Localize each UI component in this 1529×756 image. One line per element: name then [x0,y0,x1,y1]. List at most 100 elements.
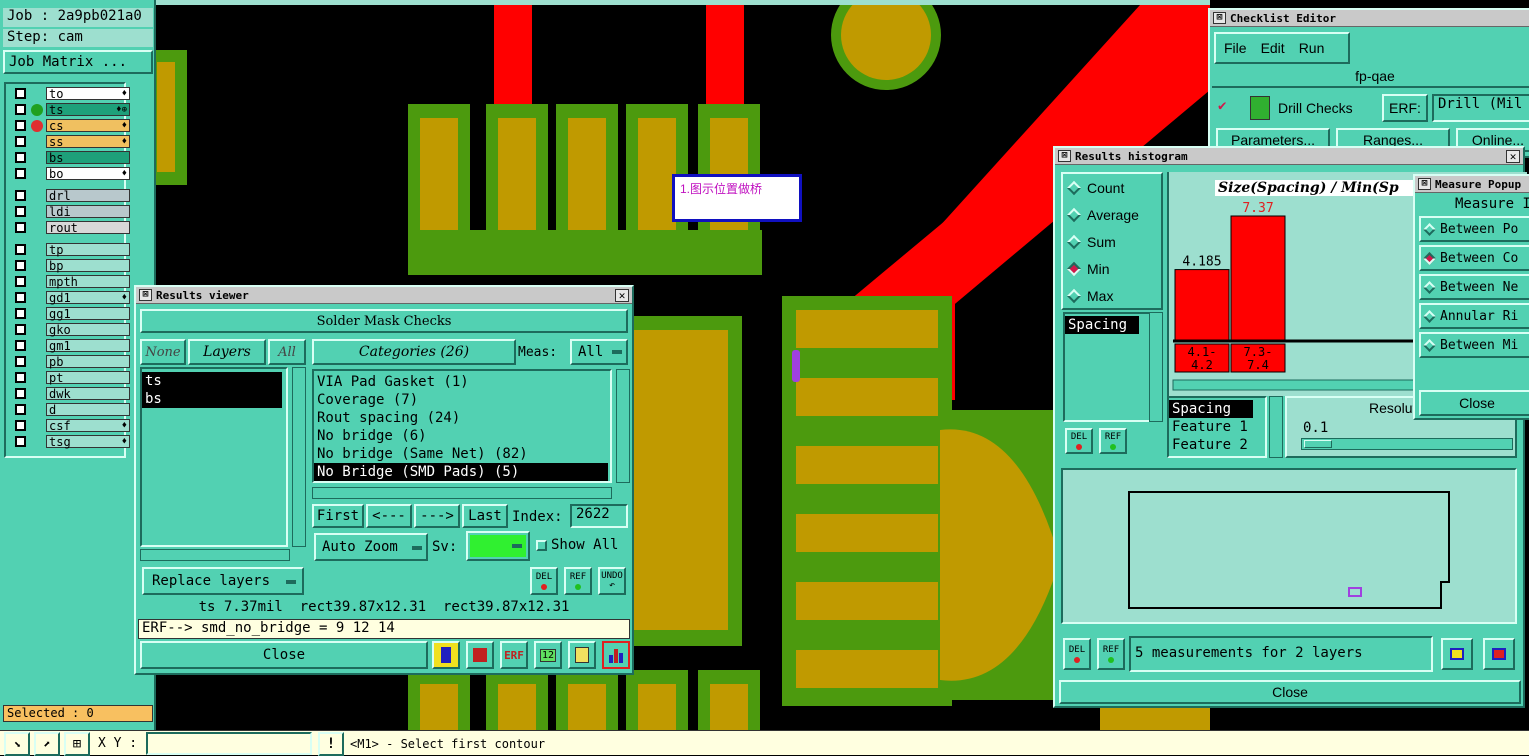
layer-row-ss[interactable]: ss ♦ [12,134,130,149]
layer-checkbox[interactable] [15,244,26,255]
layers-button[interactable]: Layers [188,339,266,365]
layer-row-mpth[interactable]: mpth [12,274,130,289]
layer-name[interactable]: bp [46,259,130,272]
option-average[interactable]: Average [1066,207,1139,223]
hist-ref-button[interactable]: REF [1099,428,1127,454]
category-item[interactable]: VIA Pad Gasket (1) [314,373,608,391]
last-button[interactable]: Last [462,504,508,528]
layer-checkbox[interactable] [15,308,26,319]
notes-icon[interactable] [568,641,596,669]
layer-name[interactable]: to ♦ [46,87,130,100]
none-button[interactable]: None [140,339,186,365]
layer-row-gko[interactable]: gko [12,322,130,337]
layer-checkbox[interactable] [15,372,26,383]
sv-color-dropdown[interactable] [466,531,530,561]
layer-result-item[interactable]: ts [142,372,282,390]
histogram-bar[interactable] [1230,215,1286,341]
undo-button[interactable]: UNDO ↶ [598,567,626,595]
index-input[interactable]: 2622 [570,504,628,528]
measure-option[interactable]: Annular Ri [1419,303,1529,329]
window-menu-icon[interactable]: ⊠ [1418,178,1431,190]
layer-name[interactable]: gm1 [46,339,130,352]
layer-name[interactable]: cs ♦ [46,119,130,132]
measure-option[interactable]: Between Co [1419,245,1529,271]
layer-name[interactable]: bs [46,151,130,164]
histogram-close-button[interactable]: Close [1059,680,1521,704]
category-list[interactable]: VIA Pad Gasket (1) Coverage (7) Rout spaci… [312,369,612,483]
layer-name[interactable]: bo ♦ [46,167,130,180]
next-button[interactable]: ---> [414,504,460,528]
layer-row-drl[interactable]: drl [12,188,130,203]
all-button[interactable]: All [268,339,306,365]
layer-checkbox[interactable] [15,356,26,367]
close-icon[interactable]: ✕ [1506,150,1520,163]
layer-name[interactable]: tsg ♦ [46,435,130,448]
zoom-to-icon[interactable] [1441,638,1473,670]
layer-list-hscroll[interactable] [140,549,290,561]
feature-list-scrollbar[interactable] [1269,396,1283,458]
measure-list-scrollbar[interactable] [1149,312,1163,422]
preview-ref-button[interactable]: REF [1097,638,1125,670]
layer-row-pb[interactable]: pb [12,354,130,369]
menu-run[interactable]: Run [1299,40,1325,56]
layer-name[interactable]: dwk [46,387,130,400]
layer-row-tsg[interactable]: tsg ♦ [12,434,130,449]
layer-name[interactable]: gg1 [46,307,130,320]
layer-checkbox[interactable] [15,340,26,351]
replace-layers-dropdown[interactable]: Replace layers [142,567,304,595]
layer-name[interactable]: gko [46,323,130,336]
measure-option[interactable]: Between Mi [1419,332,1529,358]
option-count[interactable]: Count [1066,180,1124,196]
results-viewer-titlebar[interactable]: ⊠ Results viewer ✕ [136,287,632,304]
layer-results-list[interactable]: ts bs [140,367,288,547]
layer-row-ts[interactable]: ts ♦⊕ [12,102,130,117]
layer-checkbox[interactable] [15,152,26,163]
layer-checkbox[interactable] [15,136,26,147]
layer-checkbox[interactable] [15,190,26,201]
layer-checkbox[interactable] [15,206,26,217]
layer-name[interactable]: mpth [46,275,130,288]
layer-checkbox[interactable] [15,388,26,399]
measure-tool-icon[interactable]: ⬈ [34,732,60,756]
slider-thumb[interactable] [1304,440,1332,448]
window-menu-icon[interactable]: ⊠ [139,289,152,301]
menu-file[interactable]: File [1224,40,1247,56]
feature-item[interactable]: Feature 1 [1169,418,1263,436]
layer-row-gg1[interactable]: gg1 [12,306,130,321]
layer-row-rout[interactable]: rout [12,220,130,235]
category-item[interactable]: Coverage (7) [314,391,608,409]
list-item[interactable]: Spacing [1065,316,1139,334]
measure-close-button[interactable]: Close [1419,390,1529,416]
layer-row-csf[interactable]: csf ♦ [12,418,130,433]
grid-icon[interactable]: ⊞ [64,732,90,756]
check-mark-icon[interactable]: ✔ [1218,98,1226,114]
feature-list[interactable]: Spacing Feature 1 Feature 2 [1167,396,1267,458]
hist-del-button[interactable]: DEL [1065,428,1093,454]
count-icon[interactable]: 12 [534,641,562,669]
layer-checkbox[interactable] [15,292,26,303]
layer-row-d[interactable]: d [12,402,130,417]
show-all-checkbox[interactable]: Show All [536,537,618,553]
layer-name[interactable]: drl [46,189,130,202]
report-icon[interactable] [466,641,494,669]
histogram-bar[interactable] [1174,269,1230,341]
feature-item[interactable]: Feature 2 [1169,436,1263,454]
category-item[interactable]: No bridge (6) [314,427,608,445]
categories-button[interactable]: Categories (26) [312,339,516,365]
layer-checkbox[interactable] [15,436,26,447]
alert-icon[interactable]: ! [318,732,344,756]
category-item[interactable]: No Bridge (SMD Pads) (5) [314,463,608,481]
layer-row-cs[interactable]: cs ♦ [12,118,130,133]
option-min[interactable]: Min [1066,261,1110,277]
layer-name[interactable]: d [46,403,130,416]
layer-row-bo[interactable]: bo ♦ [12,166,130,181]
measure-option[interactable]: Between Po [1419,216,1529,242]
layer-list-scrollbar[interactable] [292,367,306,547]
layer-checkbox[interactable] [15,324,26,335]
layer-name[interactable]: pb [46,355,130,368]
job-matrix-button[interactable]: Job Matrix ... [3,50,153,74]
category-item[interactable]: No bridge (Same Net) (82) [314,445,608,463]
close-icon[interactable]: ✕ [615,289,629,302]
layer-row-tp[interactable]: tp [12,242,130,257]
erf-disabled-icon[interactable]: ERF [500,641,528,669]
